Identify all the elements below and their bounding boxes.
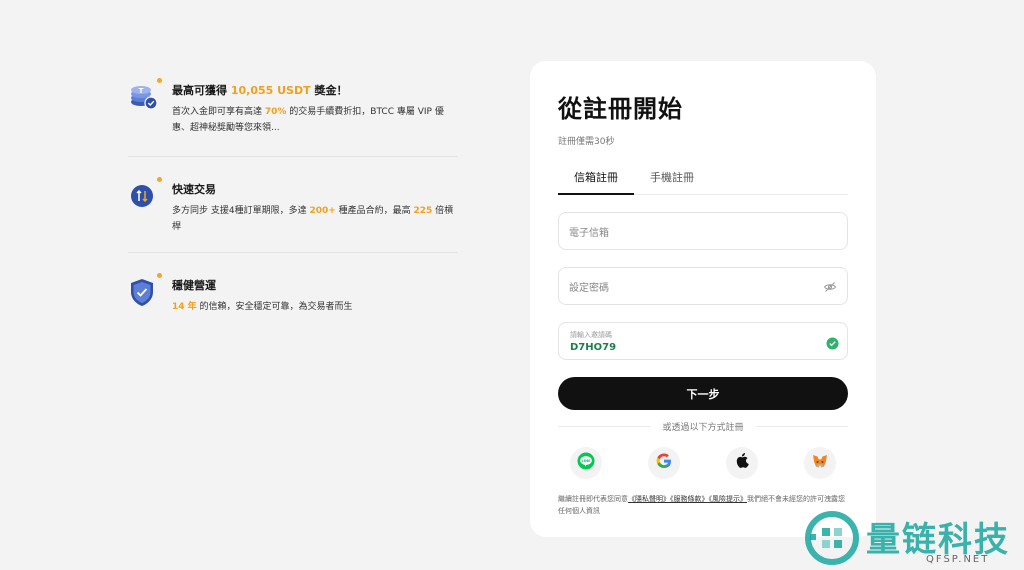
benefit-fast-trade-title: 快速交易 xyxy=(172,183,216,196)
social-divider-text: 或透過以下方式註冊 xyxy=(662,423,744,433)
benefit-bonus: T 最高可獲得 10,055 USDT 獎金！ 首次入金即可享有高達 70% 的… xyxy=(128,72,458,156)
terms-of-service-link[interactable]: 《服務條款》 xyxy=(670,495,709,503)
page-subtitle: 註冊僅需30秒 xyxy=(558,137,615,147)
metamask-login-button[interactable] xyxy=(804,447,836,479)
benefit-fast-trade-desc: 多方同步 支援4種訂單期限，多達 200+ 種產品合約，最高 225 倍槓桿 xyxy=(172,206,454,232)
check-circle-icon xyxy=(826,335,839,350)
next-button[interactable]: 下一步 xyxy=(558,377,848,410)
social-login-list: LINE xyxy=(558,447,848,479)
watermark-logo: 量链科技 QFSP.NET xyxy=(804,510,1024,570)
usdt-coins-icon: T xyxy=(128,78,162,112)
password-field[interactable]: 設定密碼 xyxy=(558,267,848,305)
password-placeholder: 設定密碼 xyxy=(569,282,609,294)
benefits-list: T 最高可獲得 10,055 USDT 獎金！ 首次入金即可享有高達 70% 的… xyxy=(128,72,458,332)
svg-text:LINE: LINE xyxy=(581,459,591,463)
fast-trade-icon xyxy=(128,177,162,211)
invite-code-field[interactable]: 請輸入邀請碼 D7HO79 xyxy=(558,322,848,360)
watermark-mark-icon xyxy=(805,511,859,565)
shield-check-icon xyxy=(128,273,162,307)
email-placeholder: 電子信箱 xyxy=(569,227,609,239)
privacy-link[interactable]: 《隱私聲明》 xyxy=(628,495,670,503)
apple-icon xyxy=(735,453,750,473)
benefit-secure: 穩健營運 14 年 的信賴，安全穩定可靠，為交易者而生 xyxy=(128,252,458,332)
svg-text:T: T xyxy=(139,87,144,95)
page-title: 從註冊開始 xyxy=(558,95,683,123)
social-divider: 或透過以下方式註冊 xyxy=(558,420,849,433)
google-icon xyxy=(656,453,672,473)
invite-code-value: D7HO79 xyxy=(570,341,617,353)
tab-email[interactable]: 信箱註冊 xyxy=(558,163,634,195)
watermark-subtext: QFSP.NET xyxy=(926,554,990,565)
metamask-icon xyxy=(812,454,828,473)
eye-off-icon[interactable] xyxy=(823,279,837,293)
risk-disclosure-link[interactable]: 《風險提示》 xyxy=(709,495,748,503)
signup-card: 從註冊開始 註冊僅需30秒 信箱註冊 手機註冊 電子信箱 設定密碼 請輸入邀請碼… xyxy=(530,61,876,537)
line-icon: LINE xyxy=(577,452,595,474)
invite-code-label: 請輸入邀請碼 xyxy=(570,330,612,339)
google-login-button[interactable] xyxy=(648,447,680,479)
benefit-fast-trade: 快速交易 多方同步 支援4種訂單期限，多達 200+ 種產品合約，最高 225 … xyxy=(128,156,458,252)
benefit-secure-title: 穩健營運 xyxy=(172,279,216,292)
benefit-bonus-desc: 首次入金即可享有高達 70% 的交易手續費折扣，BTCC 專屬 VIP 優惠、超… xyxy=(172,107,444,133)
benefit-bonus-title: 最高可獲得 10,055 USDT 獎金！ xyxy=(172,84,348,97)
apple-login-button[interactable] xyxy=(726,447,758,479)
email-field[interactable]: 電子信箱 xyxy=(558,212,848,250)
signup-tabs: 信箱註冊 手機註冊 xyxy=(558,163,848,195)
tab-phone[interactable]: 手機註冊 xyxy=(634,163,710,194)
benefit-secure-desc: 14 年 的信賴，安全穩定可靠，為交易者而生 xyxy=(172,302,353,312)
line-login-button[interactable]: LINE xyxy=(570,447,602,479)
